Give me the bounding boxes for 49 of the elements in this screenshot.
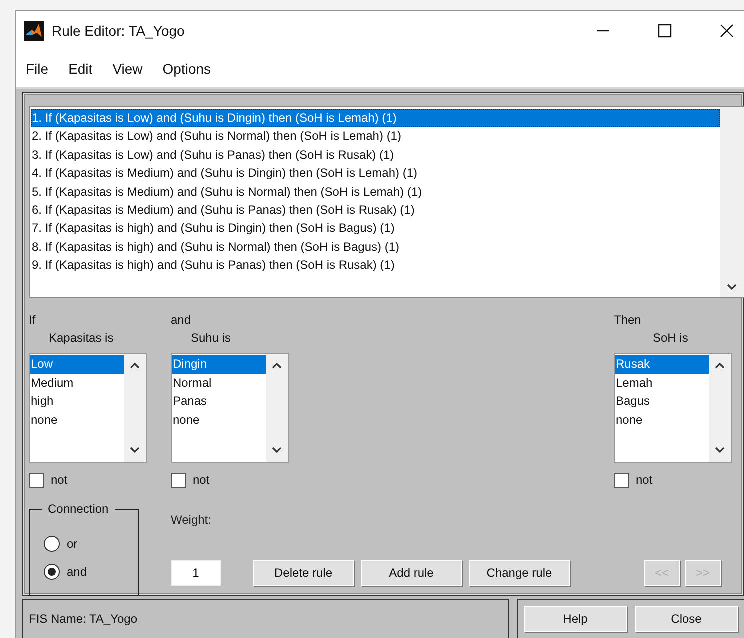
rule-item[interactable]: 5. If (Kapasitas is Medium) and (Suhu is Normal) then (SoH is Lemah) (1) <box>31 182 720 201</box>
rule-button[interactable]: Add rule <box>361 560 462 586</box>
section-label: and <box>171 313 192 329</box>
section-label: If <box>29 313 37 329</box>
rule-item[interactable]: 7. If (Kapasitas is high) and (Suhu is Dingin) then (SoH is Bagus) (1) <box>31 219 720 238</box>
group-title: Connection <box>42 502 115 516</box>
menu-item[interactable]: View <box>104 61 151 77</box>
list-item[interactable]: Medium <box>30 374 124 392</box>
variable-label: SoH is <box>652 331 690 347</box>
rule-item[interactable]: 1. If (Kapasitas is Low) and (Suhu is Dingin) then (SoH is Lemah) (1) <box>31 109 720 128</box>
rule-item[interactable]: 8. If (Kapasitas is high) and (Suhu is Normal) then (SoH is Bagus) (1) <box>31 238 720 256</box>
checkbox-label: not <box>193 473 210 487</box>
menu-item[interactable]: Edit <box>60 61 101 77</box>
fis-name-text: FIS Name: TA_Yogo <box>29 612 138 626</box>
weight-label: Weight: <box>171 513 212 529</box>
variable-label: Suhu is <box>190 331 232 347</box>
list-item[interactable]: high <box>30 392 124 410</box>
membership-list[interactable]: Rusak Lemah Bagus none <box>614 353 732 463</box>
weight-field[interactable]: 1 <box>171 560 221 586</box>
list-item[interactable]: Normal <box>172 374 266 392</box>
checkbox-label: not <box>636 473 653 487</box>
membership-list[interactable]: Low Medium high none <box>29 353 147 463</box>
list-item[interactable]: Panas <box>172 392 266 410</box>
rule-button[interactable]: Delete rule <box>253 560 354 586</box>
list-item[interactable]: Low <box>30 355 124 374</box>
list-item[interactable]: none <box>615 410 709 429</box>
list-item[interactable]: none <box>30 410 124 429</box>
window-title: Rule Editor: TA_Yogo <box>52 23 185 39</box>
footer-button[interactable]: Close <box>635 606 738 632</box>
rule-item[interactable]: 6. If (Kapasitas is Medium) and (Suhu is Panas) then (SoH is Rusak) (1) <box>31 200 720 220</box>
menu-item[interactable]: File <box>18 61 57 77</box>
rule-item[interactable]: 4. If (Kapasitas is Medium) and (Suhu is Dingin) then (SoH is Lemah) (1) <box>31 164 720 183</box>
list-item[interactable]: Rusak <box>615 355 709 374</box>
radio-label: or <box>67 537 78 551</box>
menu-item[interactable]: Options <box>154 61 220 77</box>
rule-item[interactable]: 2. If (Kapasitas is Low) and (Suhu is Normal) then (SoH is Lemah) (1) <box>31 127 720 146</box>
variable-label: Kapasitas is <box>48 331 115 347</box>
list-item[interactable]: Dingin <box>172 355 266 374</box>
section-label: Then <box>614 313 642 329</box>
rule-item[interactable]: 3. If (Kapasitas is Low) and (Suhu is Panas) then (SoH is Rusak) (1) <box>31 146 720 164</box>
membership-list[interactable]: Dingin Normal Panas none <box>171 353 289 463</box>
radio-label: and <box>67 565 88 579</box>
rule-item[interactable]: 9. If (Kapasitas is high) and (Suhu is Panas) then (SoH is Rusak) (1) <box>31 256 720 275</box>
rule-button[interactable]: Change rule <box>469 560 570 586</box>
list-item[interactable]: none <box>172 410 266 429</box>
list-item[interactable]: Lemah <box>615 374 709 392</box>
footer-button[interactable]: Help <box>524 606 627 632</box>
list-item[interactable]: Bagus <box>615 392 709 410</box>
checkbox-label: not <box>51 473 68 487</box>
